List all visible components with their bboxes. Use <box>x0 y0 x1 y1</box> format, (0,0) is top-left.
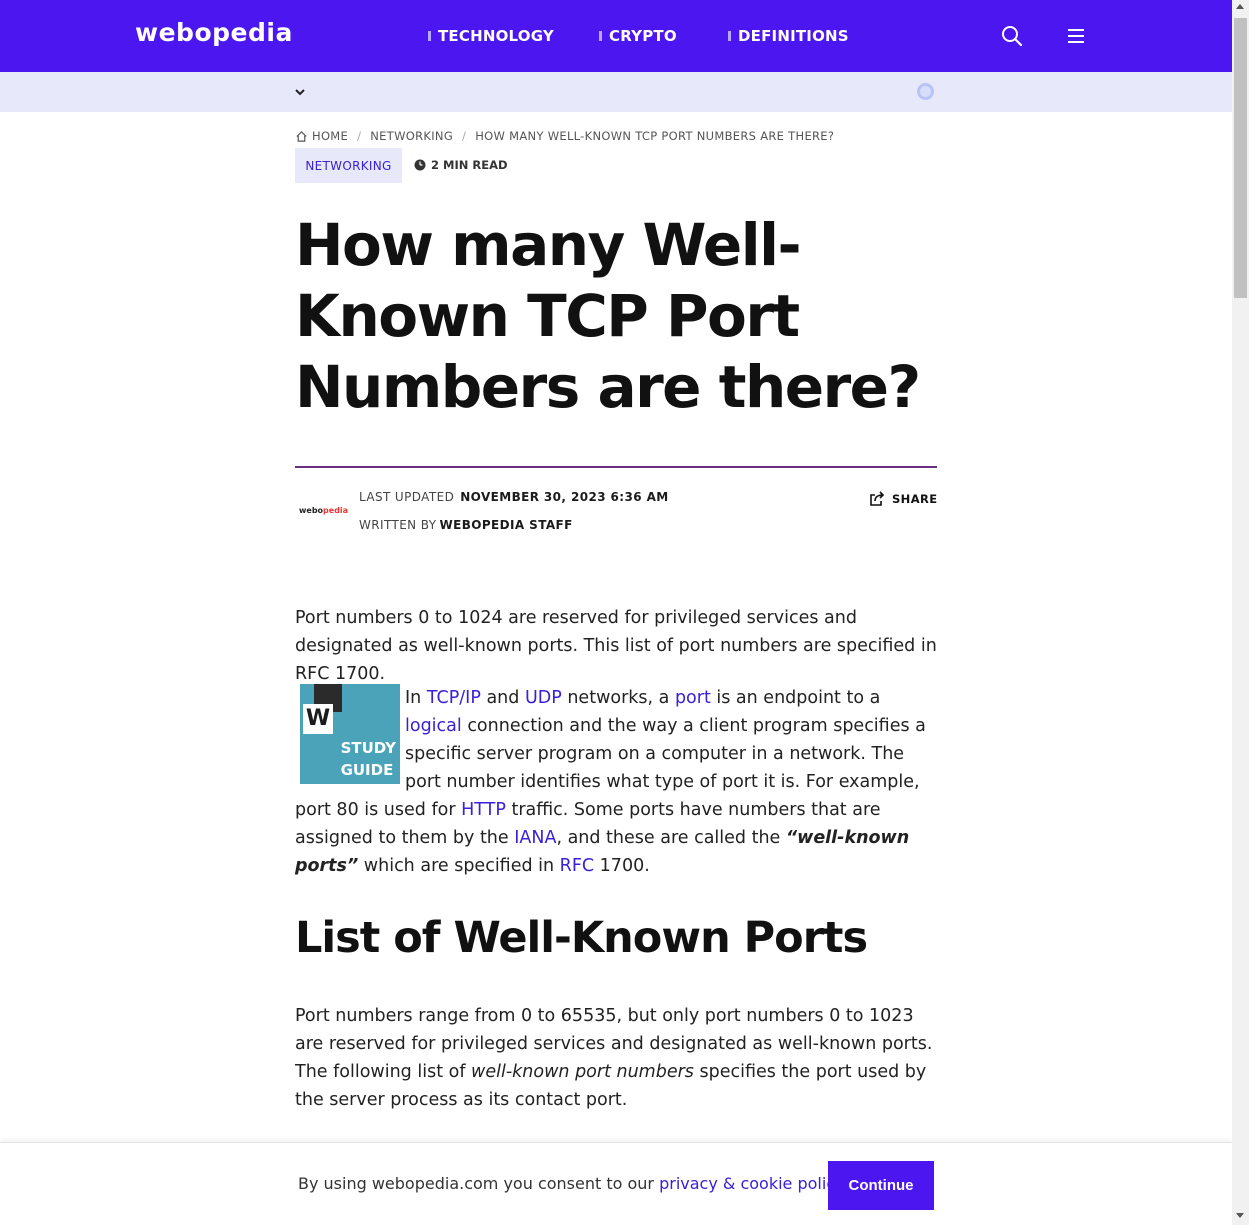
last-updated-value: NOVEMBER 30, 2023 6:36 AM <box>460 490 669 504</box>
body-text: 1700. <box>594 856 650 876</box>
site-logo[interactable]: webopedia <box>135 18 293 47</box>
link-http[interactable]: HTTP <box>461 800 506 820</box>
top-navbar: webopedia TECHNOLOGY CRYPTO DEFINITIONS <box>0 0 1232 72</box>
read-time: 2 MIN READ <box>414 158 508 172</box>
share-button[interactable]: SHARE <box>869 491 938 507</box>
body-text: which are specified in <box>358 856 560 876</box>
body-paragraph: W STUDY GUIDE In TCP/IP and UDP networks,… <box>295 684 940 880</box>
breadcrumb: HOME / NETWORKING / HOW MANY WELL-KNOWN … <box>295 129 834 143</box>
body-text: In <box>405 688 427 708</box>
body-text: networks, a <box>561 688 675 708</box>
scroll-down-arrow-icon[interactable] <box>1236 1213 1244 1218</box>
nav-technology[interactable]: TECHNOLOGY <box>428 25 554 47</box>
study-guide-line1: STUDY <box>340 739 396 757</box>
study-guide-image: W STUDY GUIDE <box>300 684 400 784</box>
last-updated-label: LAST UPDATED <box>359 490 455 504</box>
written-by-label: WRITTEN BY <box>359 518 437 532</box>
cookie-consent-banner: By using webopedia.com you consent to ou… <box>0 1142 1232 1225</box>
sub-navbar <box>0 72 1232 112</box>
emphasis-port-numbers: well-known port numbers <box>471 1062 694 1082</box>
body-text: is an endpoint to a <box>710 688 881 708</box>
consent-message: By using webopedia.com you consent to ou… <box>298 1174 847 1193</box>
continue-button[interactable]: Continue <box>828 1161 934 1210</box>
consent-text: By using webopedia.com you consent to ou… <box>298 1174 660 1193</box>
body-text: and <box>480 688 525 708</box>
section-heading: List of Well-Known Ports <box>295 913 868 963</box>
author-logo-text-accent: pedia <box>323 506 349 515</box>
ports-paragraph: Port numbers range from 0 to 65535, but … <box>295 1002 940 1114</box>
written-by: WRITTEN BY WEBOPEDIA STAFF <box>359 518 573 532</box>
nav-crypto-label: CRYPTO <box>609 27 677 45</box>
scroll-up-arrow-icon[interactable] <box>1236 4 1244 9</box>
author-logo-text: webo <box>299 506 324 515</box>
read-time-label: 2 MIN READ <box>431 158 508 172</box>
share-label: SHARE <box>892 492 938 506</box>
breadcrumb-separator: / <box>462 129 467 143</box>
author-avatar: webopedia <box>299 506 348 515</box>
breadcrumb-separator: / <box>357 129 362 143</box>
article-title: How many Well-Known TCP Port Numbers are… <box>295 211 921 421</box>
nav-definitions[interactable]: DEFINITIONS <box>728 25 849 47</box>
nav-definitions-label: DEFINITIONS <box>738 27 849 45</box>
body-text: , and these are called the <box>556 828 786 848</box>
loading-spinner-icon <box>917 83 934 100</box>
hamburger-menu-icon[interactable] <box>1064 24 1088 48</box>
link-port[interactable]: port <box>675 688 711 708</box>
author-name[interactable]: WEBOPEDIA STAFF <box>439 518 572 532</box>
link-tcp-ip[interactable]: TCP/IP <box>427 688 481 708</box>
scrollbar-thumb[interactable] <box>1234 18 1247 298</box>
study-guide-letter: W <box>303 704 333 734</box>
page-scrollbar[interactable] <box>1232 0 1249 1225</box>
link-logical[interactable]: logical <box>405 716 462 736</box>
clock-icon <box>414 159 426 171</box>
nav-marker-icon <box>599 31 602 41</box>
link-rfc[interactable]: RFC <box>560 856 594 876</box>
breadcrumb-current: HOW MANY WELL-KNOWN TCP PORT NUMBERS ARE… <box>475 129 835 143</box>
intro-paragraph: Port numbers 0 to 1024 are reserved for … <box>295 608 937 684</box>
nav-marker-icon <box>428 31 431 41</box>
last-updated: LAST UPDATED NOVEMBER 30, 2023 6:36 AM <box>359 490 669 504</box>
chevron-down-icon[interactable] <box>293 84 307 98</box>
nav-crypto[interactable]: CRYPTO <box>599 25 677 47</box>
study-guide-text: STUDY GUIDE <box>341 737 396 781</box>
home-icon <box>296 130 307 142</box>
link-udp[interactable]: UDP <box>525 688 562 708</box>
privacy-policy-link[interactable]: privacy & cookie policy <box>659 1174 842 1193</box>
search-icon[interactable] <box>1000 24 1024 48</box>
link-iana[interactable]: IANA <box>514 828 556 848</box>
breadcrumb-home[interactable]: HOME <box>312 129 348 143</box>
nav-marker-icon <box>728 31 731 41</box>
breadcrumb-section[interactable]: NETWORKING <box>370 129 453 143</box>
nav-technology-label: TECHNOLOGY <box>438 27 554 45</box>
title-divider <box>295 466 937 468</box>
share-icon <box>870 491 885 506</box>
study-guide-line2: GUIDE <box>340 761 394 779</box>
category-tag[interactable]: NETWORKING <box>295 148 402 183</box>
